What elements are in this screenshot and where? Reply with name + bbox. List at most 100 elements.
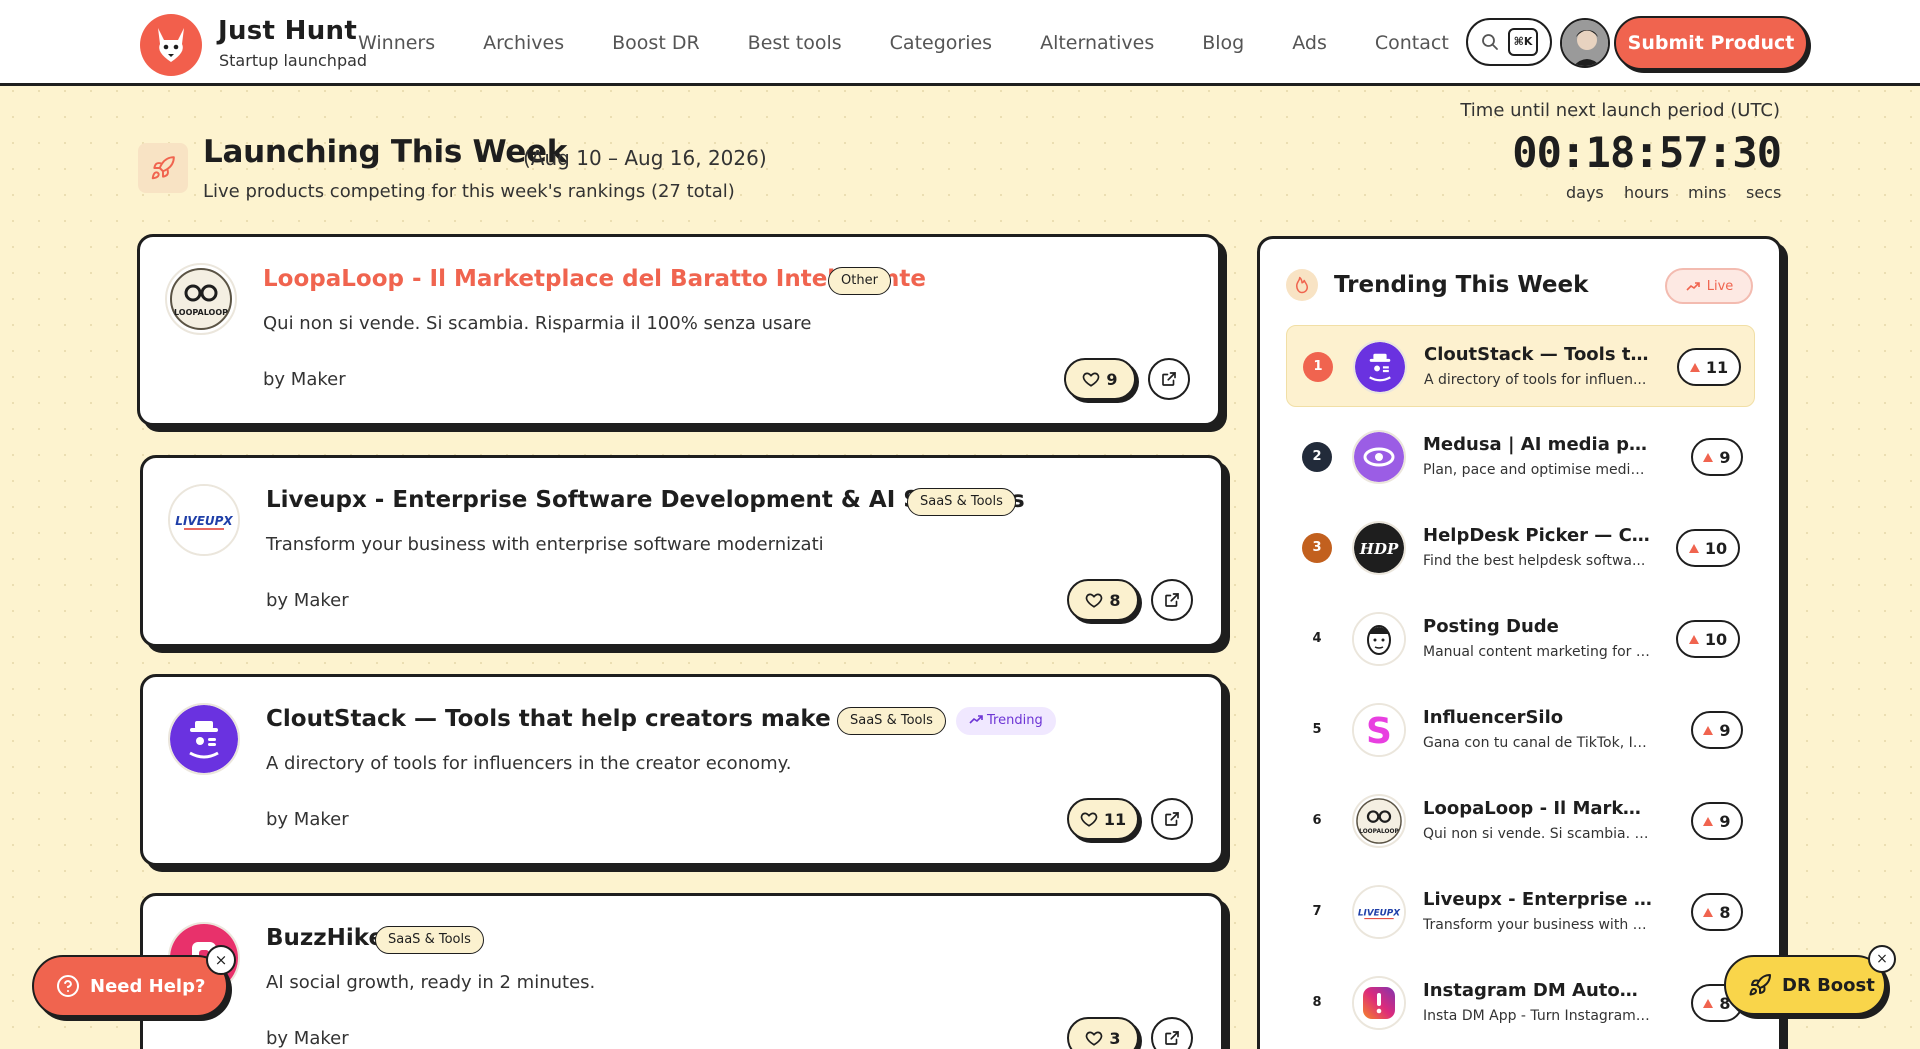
category-tag[interactable]: SaaS & Tools [907, 488, 1016, 516]
trending-desc: Find the best helpdesk softwa... [1423, 553, 1646, 569]
nav-winners[interactable]: Winners [358, 32, 435, 54]
brand-name[interactable]: Just Hunt [218, 16, 357, 46]
upvote-arrow-icon [1703, 907, 1714, 917]
trending-name[interactable]: HelpDesk Picker — Co... [1423, 525, 1653, 546]
trending-name[interactable]: Posting Dude [1423, 616, 1653, 637]
product-logo: LIVEUPX [168, 484, 240, 556]
product-card[interactable]: LIVEUPX Liveupx - Enterprise Software De… [140, 455, 1224, 647]
timer-days: 00 [1512, 128, 1562, 177]
rank-badge: 3 [1302, 533, 1332, 563]
trending-desc: Qui non si vende. Si scambia. Ri... [1423, 826, 1653, 842]
product-tags: SaaS & Tools Trending [837, 707, 1056, 735]
trending-item[interactable]: 7 LIVEUPX Liveupx - Enterprise Sof... Tr… [1286, 871, 1755, 953]
upvote-button[interactable]: 3 [1067, 1017, 1139, 1049]
brand-tagline: Startup launchpad [219, 51, 368, 70]
external-link-button[interactable] [1151, 798, 1193, 840]
vote-count: 11 [1705, 357, 1729, 377]
product-card[interactable]: BuzzHike SaaS & Tools AI social growth, … [140, 893, 1224, 1049]
rank-badge: 1 [1303, 352, 1333, 382]
trending-item[interactable]: 8 Instagram DM Automati... Insta DM App … [1286, 962, 1755, 1044]
nav-blog[interactable]: Blog [1202, 32, 1244, 54]
nav-best-tools[interactable]: Best tools [748, 32, 842, 54]
vote-count: 10 [1704, 538, 1728, 558]
dr-boost-button[interactable]: DR Boost [1724, 955, 1886, 1015]
external-link-button[interactable] [1151, 1017, 1193, 1049]
trending-item[interactable]: 4 Posting Dude Manual content marketing … [1286, 598, 1755, 680]
product-name[interactable]: LoopaLoop - Il Marketplace del Baratto I… [263, 266, 926, 292]
external-link-icon [1165, 1031, 1179, 1045]
timer-unit-days: days [1566, 183, 1604, 202]
category-tag[interactable]: Other [828, 267, 891, 295]
upvote-button[interactable]: 9 [1064, 358, 1136, 400]
trending-vote-count[interactable]: 9 [1691, 438, 1743, 476]
product-name[interactable]: BuzzHike [266, 925, 384, 951]
trending-vote-count[interactable]: 9 [1691, 802, 1743, 840]
product-logo [1353, 340, 1407, 394]
product-description: AI social growth, ready in 2 minutes. [266, 972, 596, 993]
nav-categories[interactable]: Categories [890, 32, 992, 54]
external-link-button[interactable] [1148, 358, 1190, 400]
just-hunt-logo[interactable] [140, 14, 202, 76]
rank-badge: 5 [1312, 722, 1322, 737]
close-help-button[interactable]: × [206, 945, 236, 975]
vote-count: 9 [1719, 447, 1731, 467]
product-card[interactable]: LOOPALOOP LoopaLoop - Il Marketplace del… [137, 234, 1221, 426]
product-name[interactable]: CloutStack — Tools that help creators ma… [266, 706, 925, 732]
upvote-button[interactable]: 8 [1067, 579, 1139, 621]
nav-ads[interactable]: Ads [1292, 32, 1327, 54]
trending-vote-count[interactable]: 9 [1691, 711, 1743, 749]
trending-name[interactable]: CloutStack — Tools th... [1424, 344, 1654, 365]
rank-badge: 2 [1302, 442, 1332, 472]
product-description: A directory of tools for influencers in … [266, 753, 792, 774]
nav-contact[interactable]: Contact [1375, 32, 1449, 54]
search-button[interactable]: ⌘K [1466, 18, 1552, 66]
submit-product-button[interactable]: Submit Product [1614, 16, 1808, 70]
product-maker: by Maker [266, 590, 349, 611]
trending-name[interactable]: InfluencerSilo [1423, 707, 1653, 728]
product-maker: by Maker [266, 809, 349, 830]
trending-name[interactable]: Liveupx - Enterprise Sof... [1423, 889, 1653, 910]
product-logo [1352, 612, 1406, 666]
trending-item[interactable]: 2 Medusa | AI media plan... Plan, pace a… [1286, 416, 1755, 498]
vote-count: 3 [1109, 1028, 1121, 1048]
trending-name[interactable]: Medusa | AI media plan... [1423, 434, 1653, 455]
rank-badge: 8 [1312, 995, 1322, 1010]
trending-item[interactable]: 5 S InfluencerSilo Gana con tu canal de … [1286, 689, 1755, 771]
rank-badge: 6 [1312, 813, 1322, 828]
trending-item[interactable]: 3 HDP HelpDesk Picker — Co... Find the b… [1286, 507, 1755, 589]
category-tag[interactable]: SaaS & Tools [375, 926, 484, 954]
close-dr-boost-button[interactable]: × [1868, 945, 1896, 973]
category-tag[interactable]: SaaS & Tools [837, 707, 946, 735]
page-title: Launching This Week [203, 134, 568, 170]
upvote-button[interactable]: 11 [1067, 798, 1139, 840]
external-link-button[interactable] [1151, 579, 1193, 621]
vote-count: 10 [1704, 629, 1728, 649]
nav-alternatives[interactable]: Alternatives [1040, 32, 1154, 54]
trending-vote-count[interactable]: 10 [1676, 620, 1740, 658]
trending-name[interactable]: Instagram DM Automati... [1423, 980, 1653, 1001]
timer-unit-hours: hours [1624, 183, 1669, 202]
vote-count: 8 [1719, 902, 1731, 922]
user-avatar[interactable] [1560, 18, 1610, 68]
live-badge: Live [1665, 268, 1753, 304]
nav-boost-dr[interactable]: Boost DR [612, 32, 700, 54]
trending-vote-count[interactable]: 10 [1676, 529, 1740, 567]
trending-title: Trending This Week [1334, 272, 1589, 298]
trending-desc: Plan, pace and optimise media ... [1423, 462, 1653, 478]
timer-secs: 30 [1732, 128, 1782, 177]
product-card[interactable]: CloutStack — Tools that help creators ma… [140, 674, 1224, 866]
main-nav: Winners Archives Boost DR Best tools Cat… [358, 0, 1497, 86]
nav-archives[interactable]: Archives [483, 32, 564, 54]
heart-icon [1083, 372, 1100, 387]
trending-item[interactable]: 6 LOOPALOOP LoopaLoop - Il Marketpl... Q… [1286, 780, 1755, 862]
trending-vote-count[interactable]: 11 [1677, 348, 1741, 386]
need-help-button[interactable]: Need Help? [32, 955, 228, 1017]
vote-count: 9 [1719, 811, 1731, 831]
product-tags: Other [828, 267, 891, 295]
timer-label: Time until next launch period (UTC) [1460, 100, 1780, 121]
product-logo: LIVEUPX [1352, 885, 1406, 939]
trending-name[interactable]: LoopaLoop - Il Marketpl... [1423, 798, 1653, 819]
trending-vote-count[interactable]: 8 [1691, 893, 1743, 931]
trending-item[interactable]: 1 CloutStack — Tools th... A directory o… [1286, 325, 1755, 407]
product-logo [168, 703, 240, 775]
